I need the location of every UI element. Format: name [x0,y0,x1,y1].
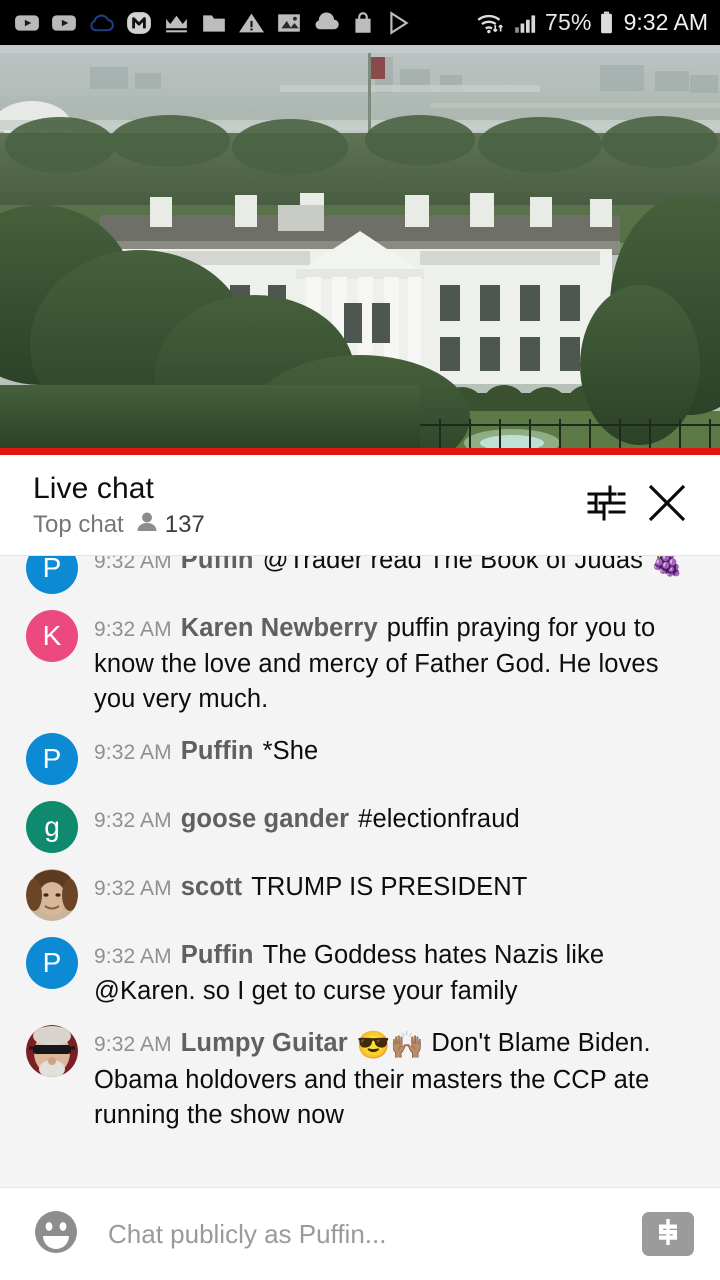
chat-message[interactable]: 9:32 AM Lumpy Guitar 😎🙌🏽 Don't Blame Biden… [0,1017,720,1141]
avatar-initial[interactable]: K [26,610,78,662]
chat-input-bar [0,1187,720,1280]
message-emoji: 🍇 [650,556,684,577]
crown-icon [163,10,190,36]
video-progress-bar[interactable] [0,448,720,455]
message-author[interactable]: Lumpy Guitar [181,1029,348,1057]
message-text: TRUMP IS PRESIDENT [251,873,528,901]
chat-message[interactable]: g 9:32 AM goose gander #electionfraud [0,793,720,861]
avatar-initial[interactable]: g [26,801,78,853]
folder-icon [201,10,227,36]
message-text: *She [262,737,319,765]
status-bar-notification-icons [14,10,475,36]
super-chat-dollar-icon [651,1215,685,1254]
chat-message-input[interactable] [82,1218,642,1250]
status-bar-system-icons: 75% 9:32 AM [475,9,708,36]
avatar-photo[interactable] [26,1025,78,1077]
live-chat-header-titles: Live chat Top chat 137 [33,471,574,540]
chat-message[interactable]: 9:32 AM scott TRUMP IS PRESIDENT [0,861,720,929]
message-text: @Trader read The Book of Judas [262,556,651,574]
viewer-count: 137 [136,510,205,540]
chat-message[interactable]: P 9:32 AM Puffin @Trader read The Book of J… [0,556,720,602]
message-timestamp: 9:32 AM [94,945,172,968]
message-author[interactable]: Puffin [181,737,254,765]
live-chat-header: Live chat Top chat 137 [0,455,720,555]
message-timestamp: 9:32 AM [94,618,172,641]
chat-message-body: 9:32 AM Puffin *She [94,733,702,770]
close-icon [644,480,690,531]
status-bar: 75% 9:32 AM [0,0,720,45]
chat-message-body: 9:32 AM Lumpy Guitar 😎🙌🏽 Don't Blame Biden… [94,1025,702,1133]
play-store-icon [386,10,412,36]
message-emoji: 😎🙌🏽 [356,1030,425,1060]
video-progress-played [0,448,720,455]
youtube-icon [14,10,40,36]
emoji-picker-button[interactable] [30,1208,82,1260]
message-author[interactable]: Karen Newberry [181,614,378,642]
youtube-live-chat-screen: 75% 9:32 AM Live chat Top chat 137 P 9:3… [0,0,720,1280]
battery-percent-label: 75% [544,9,592,35]
chat-message-body: 9:32 AM Puffin @Trader read The Book of Ju… [94,556,702,580]
battery-icon [598,10,615,36]
message-author[interactable]: scott [181,873,242,901]
message-author[interactable]: Puffin [181,556,254,574]
image-icon [276,10,302,36]
cloud-outline-icon [88,10,115,36]
live-chat-subheader: Top chat 137 [33,510,574,540]
chat-message[interactable]: P 9:32 AM Puffin The Goddess hates Nazis li… [0,929,720,1017]
message-timestamp: 9:32 AM [94,741,172,764]
chat-message-body: 9:32 AM Karen Newberry puffin praying for … [94,610,702,717]
chat-message-body: 9:32 AM Puffin The Goddess hates Nazis lik… [94,937,702,1009]
white-house-live-stream [0,45,720,448]
chat-message-body: 9:32 AM goose gander #electionfraud [94,801,702,838]
m-badge-icon [126,10,152,36]
message-timestamp: 9:32 AM [94,877,172,900]
avatar-photo[interactable] [26,869,78,921]
avatar-initial[interactable]: P [26,937,78,989]
avatar-initial[interactable]: P [26,733,78,785]
message-author[interactable]: Puffin [181,941,254,969]
shopping-bag-icon [351,10,375,36]
chat-message[interactable]: K 9:32 AM Karen Newberry puffin praying for… [0,602,720,725]
message-timestamp: 9:32 AM [94,1033,172,1056]
warning-triangle-icon [238,10,265,36]
youtube-icon [51,10,77,36]
tune-settings-icon [583,481,627,530]
close-chat-button[interactable] [636,474,698,536]
super-chat-button[interactable] [642,1212,694,1256]
emoji-smiley-icon [32,1208,80,1261]
person-icon [136,510,158,539]
live-chat-message-list[interactable]: P 9:32 AM Puffin @Trader read The Book of J… [0,556,720,1187]
message-timestamp: 9:32 AM [94,809,172,832]
cell-signal-icon [513,10,539,36]
avatar-initial[interactable]: P [26,556,78,594]
video-player[interactable] [0,45,720,448]
message-author[interactable]: goose gander [181,805,349,833]
message-timestamp: 9:32 AM [94,556,172,573]
live-chat-title: Live chat [33,471,154,505]
message-text: #electionfraud [358,805,520,833]
chat-settings-button[interactable] [574,474,636,536]
chat-mode-label[interactable]: Top chat [33,510,124,540]
cloud-icon [313,10,340,36]
clock-label: 9:32 AM [623,9,708,35]
chat-message[interactable]: P 9:32 AM Puffin *She [0,725,720,793]
viewer-count-label: 137 [164,510,205,538]
wifi-transfer-icon [475,10,507,36]
chat-message-body: 9:32 AM scott TRUMP IS PRESIDENT [94,869,702,906]
